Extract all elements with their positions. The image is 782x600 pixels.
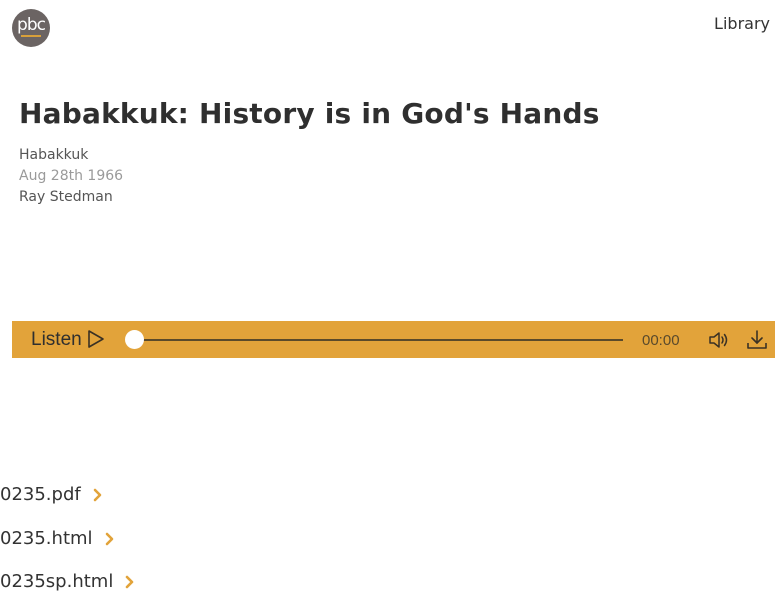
volume-button[interactable] <box>708 329 730 351</box>
file-link-label: 0235.html <box>0 528 93 549</box>
speaker-name[interactable]: Ray Stedman <box>19 189 113 205</box>
time-display: 00:00 <box>642 332 680 349</box>
chevron-right-icon <box>126 575 134 588</box>
page-title: Habakkuk: History is in God's Hands <box>19 97 600 130</box>
download-button[interactable] <box>746 329 768 351</box>
file-link-pdf[interactable]: 0235.pdf <box>0 484 103 505</box>
logo-underline <box>21 35 41 37</box>
chevron-right-icon <box>105 532 113 545</box>
file-link-label: 0235.pdf <box>0 484 81 505</box>
play-icon <box>88 330 104 348</box>
volume-icon <box>709 332 728 348</box>
file-link-label: 0235sp.html <box>0 571 114 592</box>
download-icon <box>747 330 767 349</box>
chevron-right-icon <box>93 488 102 501</box>
book-name[interactable]: Habakkuk <box>19 147 88 163</box>
page: pbc Library Habakkuk: History is in God'… <box>0 0 782 600</box>
file-link-spanish-html[interactable]: 0235sp.html <box>0 571 135 592</box>
file-link-html[interactable]: 0235.html <box>0 528 115 549</box>
nav-library-link[interactable]: Library <box>714 14 770 33</box>
play-button[interactable] <box>86 329 106 349</box>
pbc-logo[interactable]: pbc <box>12 9 50 47</box>
logo-text: pbc <box>17 15 46 35</box>
progress-track[interactable] <box>134 339 623 341</box>
audio-player: Listen 00:00 <box>12 321 775 358</box>
listen-label: Listen <box>31 329 82 350</box>
message-date: Aug 28th 1966 <box>19 168 124 184</box>
progress-thumb[interactable] <box>125 330 144 349</box>
